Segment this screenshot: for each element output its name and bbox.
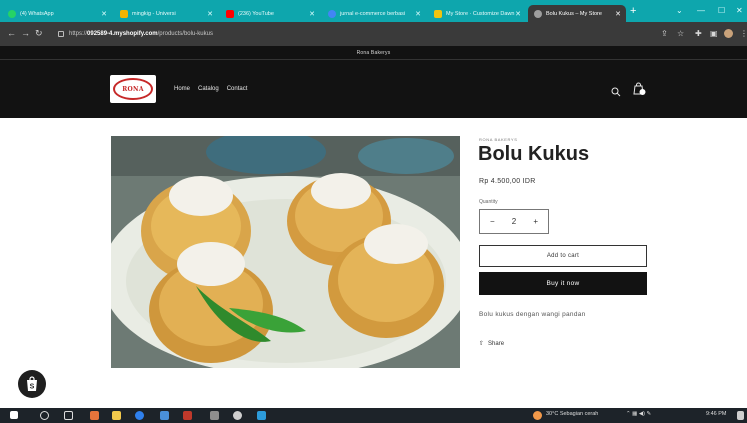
tab-whatsapp[interactable]: (4) WhatsApp ✕ (2, 5, 112, 22)
tab-jurnal[interactable]: jurnal e-commerce berbasi ✕ (322, 5, 426, 22)
quantity-decrease-button[interactable]: − (490, 217, 495, 226)
side-panel-icon[interactable]: ▣ (710, 29, 718, 38)
menu-item-contact[interactable]: Contact (227, 86, 248, 92)
weather-text[interactable]: 30°C Sebagian cerah (546, 411, 598, 417)
tab-youtube[interactable]: (236) YouTube ✕ (220, 5, 320, 22)
tab-label: Bolu Kukus – My Store (546, 10, 602, 17)
site-favicon-icon (120, 9, 128, 18)
store-header: RONA Home Catalog Contact (0, 60, 747, 118)
windows-start-icon[interactable] (10, 411, 18, 419)
whatsapp-icon (8, 9, 16, 18)
buy-now-button[interactable]: Buy it now (479, 272, 647, 295)
windows-taskbar: 30°C Sebagian cerah ⌃ ▦ ◀) ✎ 9:46 PM (0, 408, 747, 423)
close-tab-icon[interactable]: ✕ (415, 10, 421, 18)
file-explorer-icon[interactable] (112, 411, 121, 420)
minimize-icon[interactable]: — (697, 6, 705, 15)
tab-bolu-kukus[interactable]: Bolu Kukus – My Store ✕ (528, 5, 626, 22)
main-menu: Home Catalog Contact (174, 86, 247, 92)
url-path: /products/bolu-kukus (157, 31, 213, 37)
tab-label: (236) YouTube (238, 10, 274, 17)
close-window-icon[interactable]: ✕ (736, 6, 743, 15)
share-page-icon[interactable]: ⇪ (661, 29, 668, 38)
close-tab-icon[interactable]: ✕ (515, 10, 521, 18)
product-title: Bolu Kukus (478, 143, 590, 165)
chevron-down-icon[interactable]: ⌄ (676, 6, 683, 15)
tab-customize-dawn[interactable]: My Store · Customize Dawn ✕ (428, 5, 526, 22)
logo-text: RONA (122, 85, 144, 93)
lock-icon (58, 31, 64, 37)
profile-avatar[interactable] (724, 29, 733, 38)
announcement-text: Rona Bakerys (356, 49, 391, 56)
quantity-stepper: − 2 + (479, 209, 549, 234)
menu-item-home[interactable]: Home (174, 86, 190, 92)
tab-label: (4) WhatsApp (20, 10, 54, 17)
product-image[interactable] (111, 136, 460, 368)
store-logo[interactable]: RONA (110, 75, 156, 103)
add-to-cart-button[interactable]: Add to cart (479, 245, 647, 267)
announcement-bar: Rona Bakerys (0, 46, 747, 60)
logo-emblem: RONA (113, 78, 153, 100)
quantity-label: Quantity (479, 199, 498, 205)
search-icon[interactable] (611, 84, 621, 102)
close-tab-icon[interactable]: ✕ (615, 10, 621, 18)
edge-icon[interactable] (135, 411, 144, 420)
product-vendor: RONA BAKERYS (479, 137, 518, 142)
notifications-icon[interactable] (737, 411, 744, 420)
share-icon: ⇧ (479, 341, 485, 347)
share-label: Share (488, 340, 505, 347)
extensions-icon[interactable]: ✚ (695, 29, 702, 38)
product-price: Rp 4.500,00 IDR (479, 178, 536, 185)
address-bar[interactable]: https:// 092589-4.myshopify.com /product… (58, 27, 623, 41)
settings-gear-icon[interactable] (233, 411, 242, 420)
new-tab-button[interactable]: + (630, 6, 636, 17)
browser-toolbar: ← → ↻ https:// 092589-4.myshopify.com /p… (0, 22, 747, 46)
clock[interactable]: 9:46 PM (706, 411, 726, 417)
shopify-favicon-icon (434, 9, 442, 18)
close-tab-icon[interactable]: ✕ (101, 10, 107, 18)
url-prefix: https:// (69, 31, 88, 37)
maximize-icon[interactable]: ☐ (718, 6, 725, 15)
quantity-input[interactable]: 2 (512, 217, 516, 226)
office-icon[interactable] (183, 411, 192, 420)
back-icon[interactable]: ← (7, 28, 16, 38)
app-icon[interactable] (257, 411, 266, 420)
tab-label: My Store · Customize Dawn (446, 10, 515, 17)
search-icon[interactable] (40, 411, 49, 420)
google-icon (328, 9, 336, 18)
app-icon[interactable] (90, 411, 99, 420)
app-icon[interactable] (210, 411, 219, 420)
tab-universi[interactable]: mingkig - Universi ✕ (114, 5, 218, 22)
system-tray-icons[interactable]: ⌃ ▦ ◀) ✎ (626, 411, 651, 417)
bolu-kukus-photo (111, 136, 460, 368)
store-icon[interactable] (160, 411, 169, 420)
add-to-cart-label: Add to cart (546, 253, 580, 259)
forward-icon[interactable]: → (21, 28, 30, 38)
tab-label: mingkig - Universi (132, 10, 176, 17)
weather-icon (533, 411, 542, 420)
reload-icon[interactable]: ↻ (35, 28, 43, 38)
more-menu-icon[interactable]: ⋮ (740, 29, 747, 38)
tab-label: jurnal e-commerce berbasi (340, 10, 406, 17)
bookmark-star-icon[interactable]: ☆ (677, 29, 684, 38)
close-tab-icon[interactable]: ✕ (207, 10, 213, 18)
youtube-icon (226, 9, 234, 18)
shopify-bag-icon[interactable]: S (18, 370, 46, 398)
buy-now-label: Buy it now (546, 280, 580, 287)
quantity-increase-button[interactable]: + (533, 217, 538, 226)
menu-item-catalog[interactable]: Catalog (198, 86, 219, 92)
share-button[interactable]: ⇧ Share (479, 340, 505, 348)
svg-text:S: S (30, 384, 35, 391)
product-description: Bolu kukus dengan wangi pandan (479, 311, 586, 318)
close-tab-icon[interactable]: ✕ (309, 10, 315, 18)
browser-tab-strip: (4) WhatsApp ✕ mingkig - Universi ✕ (236… (0, 0, 747, 22)
task-view-icon[interactable] (64, 411, 73, 420)
url-host: 092589-4.myshopify.com (87, 31, 158, 37)
cart-icon[interactable] (633, 82, 646, 101)
globe-icon (534, 9, 542, 18)
